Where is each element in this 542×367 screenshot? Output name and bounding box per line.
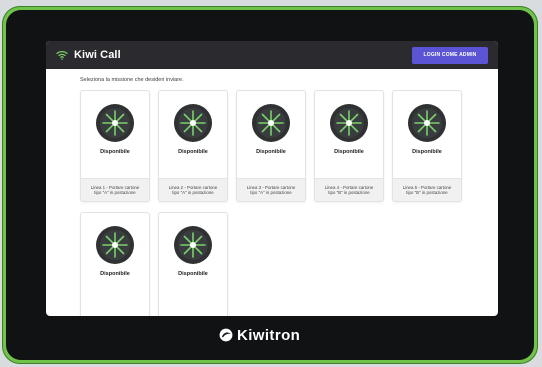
- robot-icon: [96, 226, 134, 264]
- login-admin-button[interactable]: LOGIN COME ADMIN: [412, 46, 488, 64]
- robot-icon: [174, 226, 212, 264]
- mission-footer: Linea 5 - Portare cartone tipo "B" in po…: [393, 178, 461, 201]
- mission-status: Disponibile: [100, 271, 130, 277]
- robot-icon: [330, 104, 368, 142]
- device-logo: Kiwitron: [219, 324, 339, 346]
- wifi-icon: [56, 51, 68, 60]
- brand: Kiwi Call: [56, 49, 121, 61]
- mission-footer: Linea 1 - Portare cartone tipo "A" in po…: [81, 178, 149, 201]
- robot-icon: [408, 104, 446, 142]
- robot-icon: [174, 104, 212, 142]
- mission-label: Linea 2 - Portare cartone tipo "A" in po…: [168, 185, 218, 195]
- mission-card-7[interactable]: Disponibile: [158, 212, 228, 316]
- mission-card-1[interactable]: Disponibile Linea 1 - Portare cartone ti…: [80, 90, 150, 202]
- mission-card-6[interactable]: Disponibile: [80, 212, 150, 316]
- mission-card-2[interactable]: Disponibile Linea 2 - Portare cartone ti…: [158, 90, 228, 202]
- instruction-text: Seleziona la missione che desideri invia…: [80, 77, 184, 83]
- content: Seleziona la missione che desideri invia…: [46, 69, 498, 316]
- app-title: Kiwi Call: [74, 49, 121, 61]
- mission-label: Linea 4 - Portare cartone tipo "B" in po…: [324, 185, 374, 195]
- mission-status: Disponibile: [412, 149, 442, 155]
- mission-grid: Disponibile Linea 1 - Portare cartone ti…: [80, 90, 488, 316]
- robot-icon: [96, 104, 134, 142]
- mission-status: Disponibile: [334, 149, 364, 155]
- mission-card-3[interactable]: Disponibile Linea 3 - Portare cartone ti…: [236, 90, 306, 202]
- mission-status: Disponibile: [178, 271, 208, 277]
- screen: Kiwi Call LOGIN COME ADMIN Seleziona la …: [46, 41, 498, 316]
- mission-label: Linea 3 - Portare cartone tipo "A" in po…: [246, 185, 296, 195]
- app-bar: Kiwi Call LOGIN COME ADMIN: [46, 41, 498, 69]
- mission-label: Linea 5 - Portare cartone tipo "B" in po…: [402, 185, 452, 195]
- mission-label: Linea 1 - Portare cartone tipo "A" in po…: [90, 185, 140, 195]
- mission-status: Disponibile: [100, 149, 130, 155]
- mission-status: Disponibile: [178, 149, 208, 155]
- mission-status: Disponibile: [256, 149, 286, 155]
- kiwitron-logo-icon: [219, 328, 233, 342]
- robot-icon: [252, 104, 290, 142]
- mission-footer: Linea 3 - Portare cartone tipo "A" in po…: [237, 178, 305, 201]
- mission-card-5[interactable]: Disponibile Linea 5 - Portare cartone ti…: [392, 90, 462, 202]
- mission-footer: Linea 2 - Portare cartone tipo "A" in po…: [159, 178, 227, 201]
- logo-text: Kiwitron: [237, 326, 301, 344]
- mission-card-4[interactable]: Disponibile Linea 4 - Portare cartone ti…: [314, 90, 384, 202]
- mission-footer: Linea 4 - Portare cartone tipo "B" in po…: [315, 178, 383, 201]
